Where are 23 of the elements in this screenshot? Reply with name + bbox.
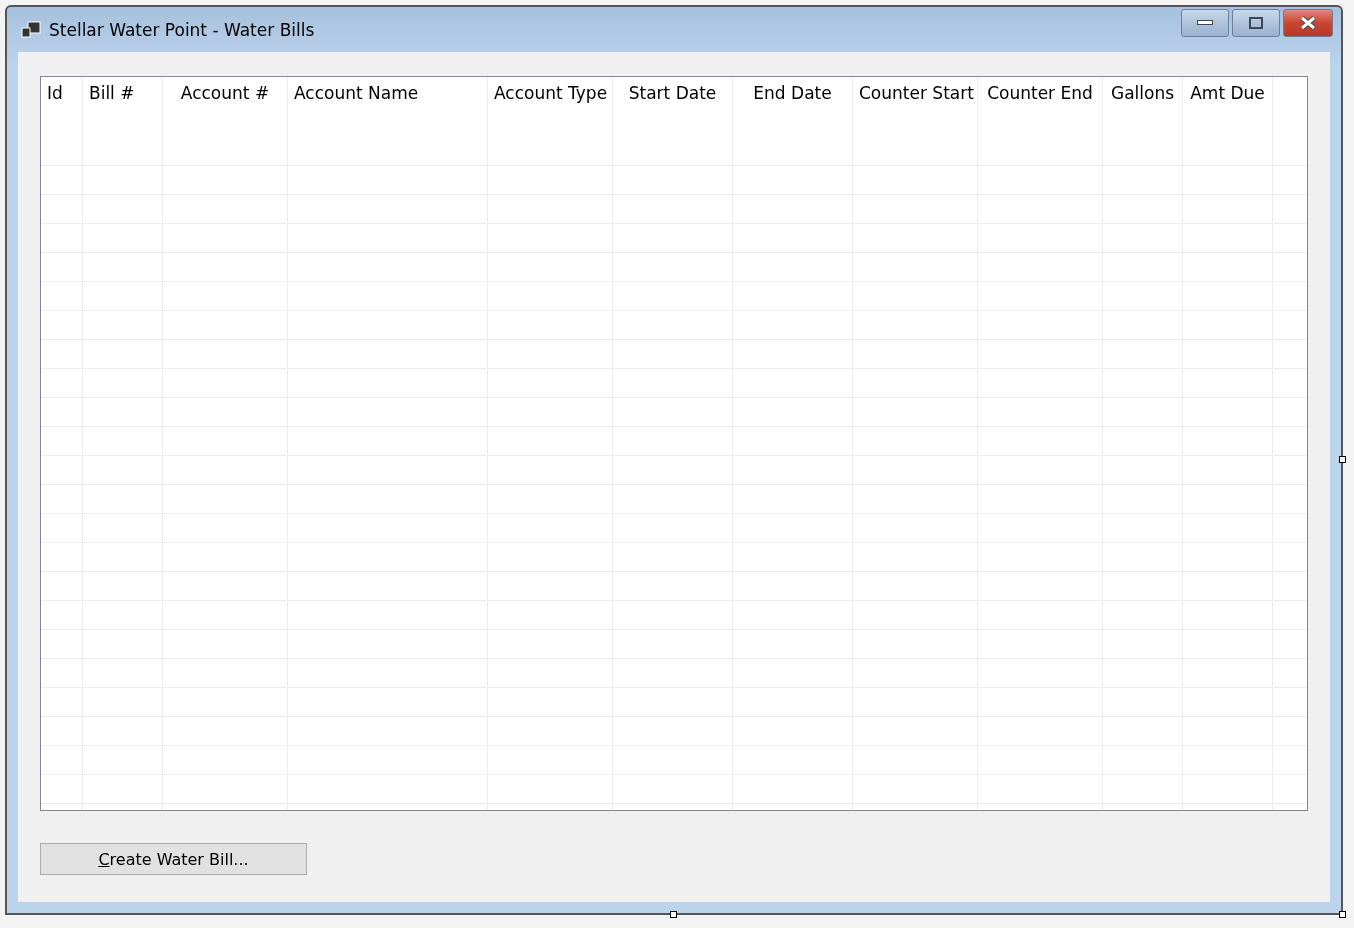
column-header[interactable]: Id xyxy=(47,83,63,103)
column-header[interactable]: Account Type xyxy=(494,83,608,103)
column-header[interactable]: Gallons xyxy=(1110,83,1175,103)
create-water-bill-button[interactable]: Create Water Bill... xyxy=(40,843,307,875)
minimize-button[interactable] xyxy=(1181,8,1229,37)
column-header[interactable]: End Date xyxy=(753,83,832,103)
close-button[interactable] xyxy=(1283,8,1333,37)
column-header[interactable]: Account # xyxy=(180,83,270,103)
resize-handle[interactable] xyxy=(1339,911,1346,918)
column-header[interactable]: Amt Due xyxy=(1190,83,1265,103)
maximize-button[interactable] xyxy=(1232,8,1280,37)
minimize-icon xyxy=(1197,19,1213,26)
column-header[interactable]: Counter End xyxy=(987,83,1093,103)
column-header[interactable]: Start Date xyxy=(628,83,717,103)
column-header[interactable]: Counter Start xyxy=(859,83,974,103)
resize-handle[interactable] xyxy=(670,911,677,918)
window-title: Stellar Water Point - Water Bills xyxy=(49,19,316,40)
close-icon xyxy=(1299,15,1317,30)
column-header[interactable]: Bill # xyxy=(89,83,135,103)
resize-handle[interactable] xyxy=(1339,456,1346,463)
app-icon xyxy=(21,20,41,39)
column-header[interactable]: Account Name xyxy=(294,83,419,103)
maximize-icon xyxy=(1249,16,1263,29)
